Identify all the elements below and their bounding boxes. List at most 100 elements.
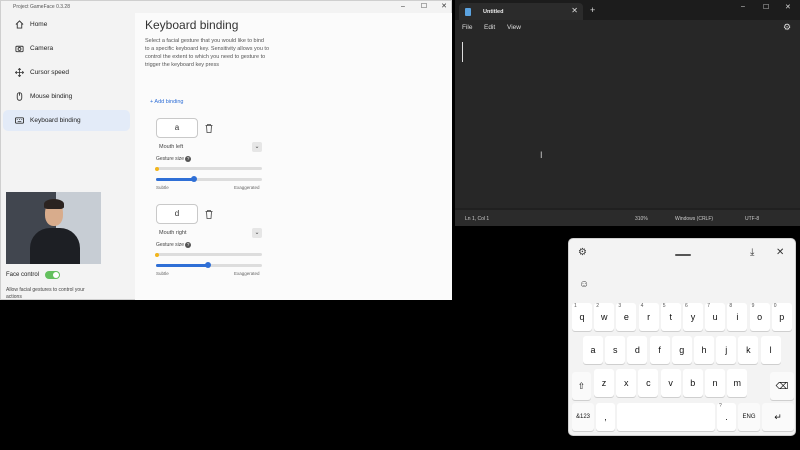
slider-max-label: Exaggerated (234, 271, 260, 276)
status-line-ending: Windows (CRLF) (675, 216, 714, 222)
detected-level-dot (155, 252, 159, 257)
status-position: Ln 1, Col 1 (465, 216, 490, 222)
gesture-size-label: Gesture size? (156, 242, 192, 248)
gameface-titlebar: Project GameFace 0.3.28 – ☐ ✕ (1, 1, 451, 13)
menu-bar: File Edit View ⚙ (455, 20, 800, 36)
key-r[interactable]: 4r (638, 303, 659, 331)
face-control-description: Allow facial gestures to control your ac… (6, 287, 85, 300)
dock-icon[interactable]: ⤓ (750, 247, 754, 258)
key-p[interactable]: 0p (771, 303, 792, 331)
key-i[interactable]: 8i (727, 303, 748, 331)
key-d[interactable]: d (627, 336, 648, 364)
close-button[interactable]: ✕ (785, 3, 791, 11)
key-o[interactable]: 9o (749, 303, 770, 331)
key-j[interactable]: j (716, 336, 737, 364)
face-control-toggle[interactable] (45, 271, 60, 279)
camera-icon (15, 45, 24, 53)
help-icon[interactable]: ? (185, 242, 192, 248)
menu-view[interactable]: View (507, 24, 521, 31)
sidebar-item-keyboard-binding[interactable]: Keyboard binding (3, 110, 130, 131)
window-title: Project GameFace 0.3.28 (13, 4, 70, 10)
gear-icon[interactable]: ⚙ (578, 247, 587, 258)
trash-icon[interactable] (205, 210, 213, 219)
camera-preview (6, 192, 101, 264)
gear-icon[interactable]: ⚙ (783, 22, 791, 33)
detected-gesture-meter (155, 166, 262, 171)
slider-min-label: Subtle (156, 271, 169, 276)
help-icon[interactable]: ? (185, 156, 192, 162)
language-key[interactable]: ENG (738, 403, 760, 431)
close-button[interactable]: ✕ (439, 2, 449, 12)
status-encoding: UTF-8 (745, 216, 760, 222)
slider-fill (156, 178, 194, 181)
menu-file[interactable]: File (462, 24, 472, 31)
key-n[interactable]: n (705, 369, 725, 397)
slider-thumb[interactable] (205, 262, 211, 268)
backspace-key[interactable]: ⌫ (770, 372, 794, 400)
status-bar: Ln 1, Col 1 310% Windows (CRLF) UTF-8 (455, 210, 800, 226)
sidebar-item-label: Home (30, 21, 48, 28)
key-z[interactable]: z (594, 369, 614, 397)
symbols-key[interactable]: &123 (572, 403, 594, 431)
gesture-select-value: Mouth left (159, 144, 184, 150)
key-l[interactable]: l (760, 336, 781, 364)
key-u[interactable]: 7u (705, 303, 726, 331)
maximize-button[interactable]: ☐ (763, 3, 769, 11)
close-icon[interactable]: ✕ (776, 247, 784, 258)
binding-key-input[interactable]: a (156, 118, 198, 138)
key-b[interactable]: b (682, 369, 703, 397)
key-m[interactable]: m (727, 369, 748, 397)
gesture-select[interactable]: Mouth left ⌄ (156, 142, 262, 152)
enter-key[interactable]: ↵ (762, 403, 794, 431)
sensitivity-slider[interactable] (156, 176, 262, 182)
minimize-button[interactable]: – (398, 2, 408, 12)
maximize-button[interactable]: ☐ (419, 2, 429, 12)
key-q[interactable]: 1q (572, 303, 592, 331)
add-binding-link[interactable]: + Add binding (150, 99, 184, 105)
tab-strip: Untitled ✕ + – ☐ ✕ (455, 0, 800, 20)
home-icon (15, 20, 24, 29)
key-c[interactable]: c (638, 369, 659, 397)
key-t[interactable]: 5t (660, 303, 681, 331)
menu-edit[interactable]: Edit (484, 24, 495, 31)
notepad-window: Untitled ✕ + – ☐ ✕ File Edit View ⚙ I Ln… (455, 0, 800, 226)
key-f[interactable]: f (649, 336, 670, 364)
sidebar-item-label: Cursor speed (30, 69, 70, 76)
tab-close-button[interactable]: ✕ (571, 6, 578, 15)
key-w[interactable]: 2w (594, 303, 615, 331)
key-y[interactable]: 6y (683, 303, 703, 331)
key-v[interactable]: v (660, 369, 681, 397)
page-title: Keyboard binding (145, 18, 239, 32)
gameface-window: Project GameFace 0.3.28 – ☐ ✕ Home Camer… (0, 0, 452, 300)
drag-handle[interactable] (675, 254, 691, 256)
key-g[interactable]: g (671, 336, 692, 364)
new-tab-button[interactable]: + (590, 5, 595, 15)
text-editor[interactable]: I (455, 36, 800, 208)
touch-keyboard: ⚙ ⤓ ✕ ☺ 1q2w3e4r5t6y7u8i9o0p asdfghjkl z… (568, 238, 796, 436)
key-a[interactable]: a (583, 336, 603, 364)
period-key[interactable]: ?. (717, 403, 736, 431)
sidebar-item-label: Keyboard binding (30, 117, 81, 124)
sidebar-item-mouse-binding[interactable]: Mouse binding (3, 86, 130, 107)
key-x[interactable]: x (616, 369, 637, 397)
gesture-select[interactable]: Mouth right ⌄ (156, 228, 262, 238)
emoji-icon[interactable]: ☺ (579, 279, 589, 290)
status-zoom: 310% (635, 216, 648, 222)
sidebar-item-home[interactable]: Home (3, 14, 130, 35)
space-key[interactable] (617, 403, 715, 431)
trash-icon[interactable] (205, 124, 213, 133)
sensitivity-slider[interactable] (156, 262, 262, 268)
sidebar-item-cursor-speed[interactable]: Cursor speed (3, 62, 130, 83)
key-h[interactable]: h (694, 336, 714, 364)
sidebar-item-camera[interactable]: Camera (3, 38, 130, 59)
comma-key[interactable]: , (596, 403, 615, 431)
binding-key-input[interactable]: d (156, 204, 198, 224)
shift-key[interactable]: ⇧ (572, 372, 591, 400)
key-k[interactable]: k (738, 336, 759, 364)
detected-gesture-meter (155, 252, 262, 257)
slider-thumb[interactable] (191, 176, 197, 182)
key-e[interactable]: 3e (616, 303, 637, 331)
minimize-button[interactable]: – (741, 3, 745, 10)
key-s[interactable]: s (605, 336, 626, 364)
tab-untitled[interactable]: Untitled ✕ (459, 3, 583, 20)
